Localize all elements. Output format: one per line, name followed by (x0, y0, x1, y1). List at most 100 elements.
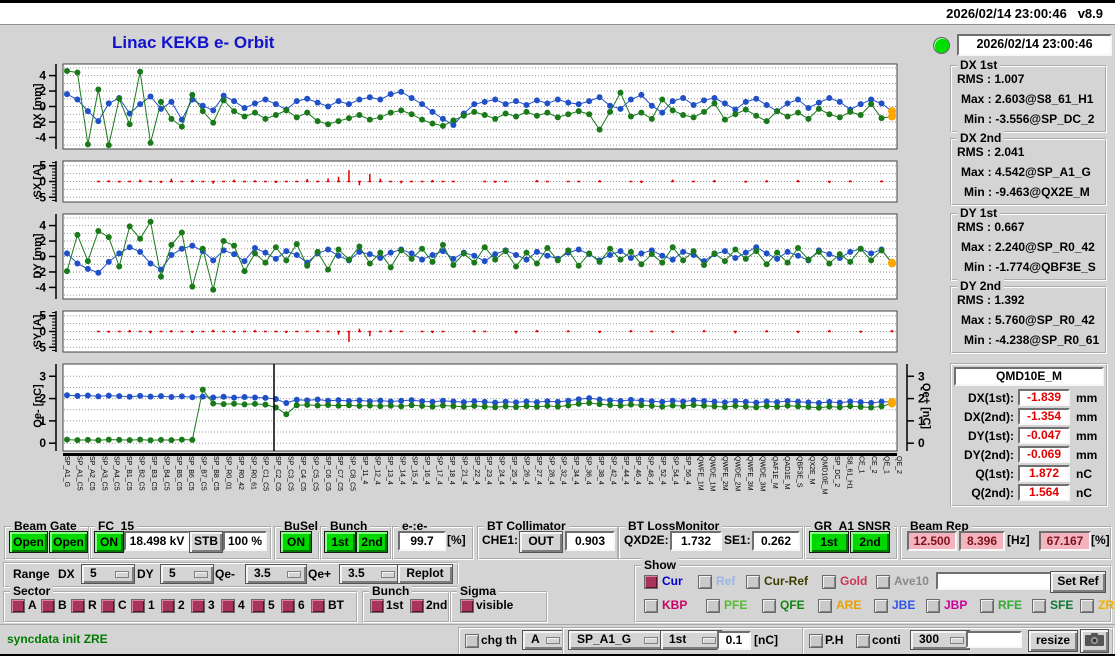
show-qfe-checkbox[interactable] (762, 599, 776, 613)
show-sfe-checkbox[interactable] (1032, 599, 1046, 613)
sector-1-checkbox[interactable] (131, 599, 145, 613)
show-rfe-checkbox[interactable] (980, 599, 994, 613)
ee-ratio-readout: 99.7 (398, 531, 446, 551)
sector-5-checkbox[interactable] (251, 599, 265, 613)
fc15-stb-button[interactable]: STB (189, 531, 223, 553)
xaxis-tick-label: SP_13_4 (385, 456, 393, 485)
sector-b-checkbox[interactable] (41, 599, 55, 613)
xaxis-tick-label: SP_DC_2 (832, 456, 840, 488)
status-message: syncdata init ZRE (7, 632, 108, 646)
fc15-on-button[interactable]: ON (94, 531, 124, 553)
bunch-2nd-checkbox[interactable] (410, 599, 424, 613)
option-menu-dash-icon (194, 571, 208, 578)
dx-2nd-min: Min : -9.463@QX2E_M (964, 185, 1090, 199)
show-pfe-checkbox[interactable] (706, 599, 720, 613)
replot-button[interactable]: Replot (397, 564, 453, 584)
xaxis-tick-label: QWDE_3M (758, 456, 766, 492)
statusbar-divider (0, 624, 1115, 625)
monitor-row-value: -1.354 (1018, 408, 1070, 425)
show-zre-checkbox[interactable] (1080, 599, 1094, 613)
xaxis-tick-label: SP_R0_42 (236, 456, 244, 490)
chg-th-select[interactable]: A (522, 630, 566, 650)
option-menu-dash-icon (950, 637, 964, 644)
dy-orbit-chart: 42 0-2-4 (35, 213, 898, 300)
gr-a1-1st-button[interactable]: 1st (809, 531, 849, 553)
option-menu-dash-icon (546, 637, 560, 644)
busel-on-button[interactable]: ON (280, 531, 312, 553)
xaxis-tick-label: QBF3E_S (795, 456, 803, 488)
sector-2-checkbox[interactable] (161, 599, 175, 613)
resize-button[interactable]: resize (1028, 630, 1078, 652)
beam-gate-open1-button[interactable]: Open (9, 531, 48, 553)
bpm-monitor-title[interactable]: QMD10E_M (954, 367, 1104, 386)
charge-chart: 3 2 1 0 3 2 1 0 (39, 363, 925, 452)
xaxis-labels: SP_A1_G SP_A1_C5 SP_A2_C5 SP_A3_C5 SP_A4_C5 S… (63, 456, 911, 516)
sector-r-checkbox[interactable] (71, 599, 85, 613)
bpm-select[interactable]: SP_A1_G (568, 630, 664, 650)
sector-a-checkbox[interactable] (11, 599, 25, 613)
qxd2e-label: QXD2E: (624, 533, 669, 547)
show-jbe-checkbox[interactable] (874, 599, 888, 613)
show-are-checkbox[interactable] (818, 599, 832, 613)
xaxis-tick-label: SP_A4_C5 (112, 456, 120, 491)
show-cur-ref-checkbox[interactable] (746, 575, 760, 589)
range-dx-select[interactable]: 5 (81, 564, 135, 584)
beam-gate-open2-button[interactable]: Open (49, 531, 88, 553)
range-dy-select[interactable]: 5 (160, 564, 214, 584)
points-select[interactable]: 300 (910, 630, 970, 650)
gr-a1-2nd-button[interactable]: 2nd (850, 531, 890, 553)
monitor-row-value: -1.839 (1018, 389, 1070, 406)
svg-text:2: 2 (39, 84, 46, 98)
sector-c-checkbox[interactable] (101, 599, 115, 613)
statusbar-input[interactable] (966, 631, 1022, 648)
s sector-bt-checkbox[interactable] (311, 599, 325, 613)
range-qep-select[interactable]: 3.5 (339, 564, 401, 584)
dy-2nd-max: Max : 5.760@SP_R0_42 (961, 313, 1095, 327)
svg-text:5: 5 (39, 159, 46, 173)
sector-3-checkbox[interactable] (191, 599, 205, 613)
chg-th-checkbox[interactable] (465, 634, 479, 648)
monitor-row-unit: nC (1076, 467, 1092, 481)
beam-rep-group: Beam Rep 12.500 8.396 [Hz] 67.167 [%] (900, 519, 1112, 560)
threshold-input[interactable]: 0.1 (717, 631, 751, 650)
beam-rep-value3: 67.167 (1039, 531, 1091, 551)
svg-text:-5: -5 (35, 190, 46, 204)
conti-checkbox[interactable] (856, 634, 870, 648)
range-qem-select[interactable]: 3.5 (245, 564, 307, 584)
dx-1st-max: Max : 2.603@S8_61_H1 (961, 92, 1094, 106)
show-cur-checkbox[interactable] (644, 575, 658, 589)
svg-text:0: 0 (39, 325, 46, 339)
bunch-2nd-button[interactable]: 2nd (356, 531, 388, 553)
xaxis-tick-label: QMD10E_M (820, 456, 828, 495)
ref-name-input[interactable] (936, 572, 1058, 590)
show-ref-checkbox[interactable] (698, 575, 712, 589)
bunch-1st-button[interactable]: 1st (324, 531, 356, 553)
sector-6-checkbox[interactable] (281, 599, 295, 613)
show-kbp-checkbox[interactable] (644, 599, 658, 613)
sigma-visible-checkbox[interactable] (460, 599, 474, 613)
dx-2nd-stats-group: DX 2nd RMS : 2.041 Max : 4.542@SP_A1_G M… (950, 131, 1107, 206)
xaxis-tick-label: SP_44_4 (621, 456, 629, 485)
sector-4-checkbox[interactable] (221, 599, 235, 613)
monitor-row-unit: mm (1076, 448, 1098, 462)
che1-out-button[interactable]: OUT (519, 531, 563, 553)
svg-text:4: 4 (39, 219, 46, 233)
bunch-number-select[interactable]: 1st (660, 630, 722, 650)
show-gold-checkbox[interactable] (822, 575, 836, 589)
xaxis-tick-label: SP_B7_C5 (199, 456, 207, 491)
xaxis-tick-label: SP_C6_C5 (323, 456, 331, 492)
bunch-1st-checkbox[interactable] (370, 599, 384, 613)
show-rfe-label: RFE (998, 598, 1022, 612)
monitor-row-unit: mm (1076, 429, 1098, 443)
sigma-label: Sigma (457, 584, 500, 598)
bunch-2nd-label: 2nd (426, 598, 448, 612)
show-jbp-checkbox[interactable] (926, 599, 940, 613)
set-ref-button[interactable]: Set Ref (1050, 571, 1106, 593)
xaxis-tick-label: QE_1 (882, 456, 890, 474)
show-ave10-checkbox[interactable] (876, 575, 890, 589)
dy-1st-min: Min : -1.774@QBF3E_S (964, 260, 1096, 274)
xaxis-tick-label: SP_B2_C5 (137, 456, 145, 491)
dy-1st-max: Max : 2.240@SP_R0_42 (961, 240, 1095, 254)
ph-checkbox[interactable] (809, 634, 823, 648)
screenshot-button[interactable] (1080, 629, 1109, 653)
